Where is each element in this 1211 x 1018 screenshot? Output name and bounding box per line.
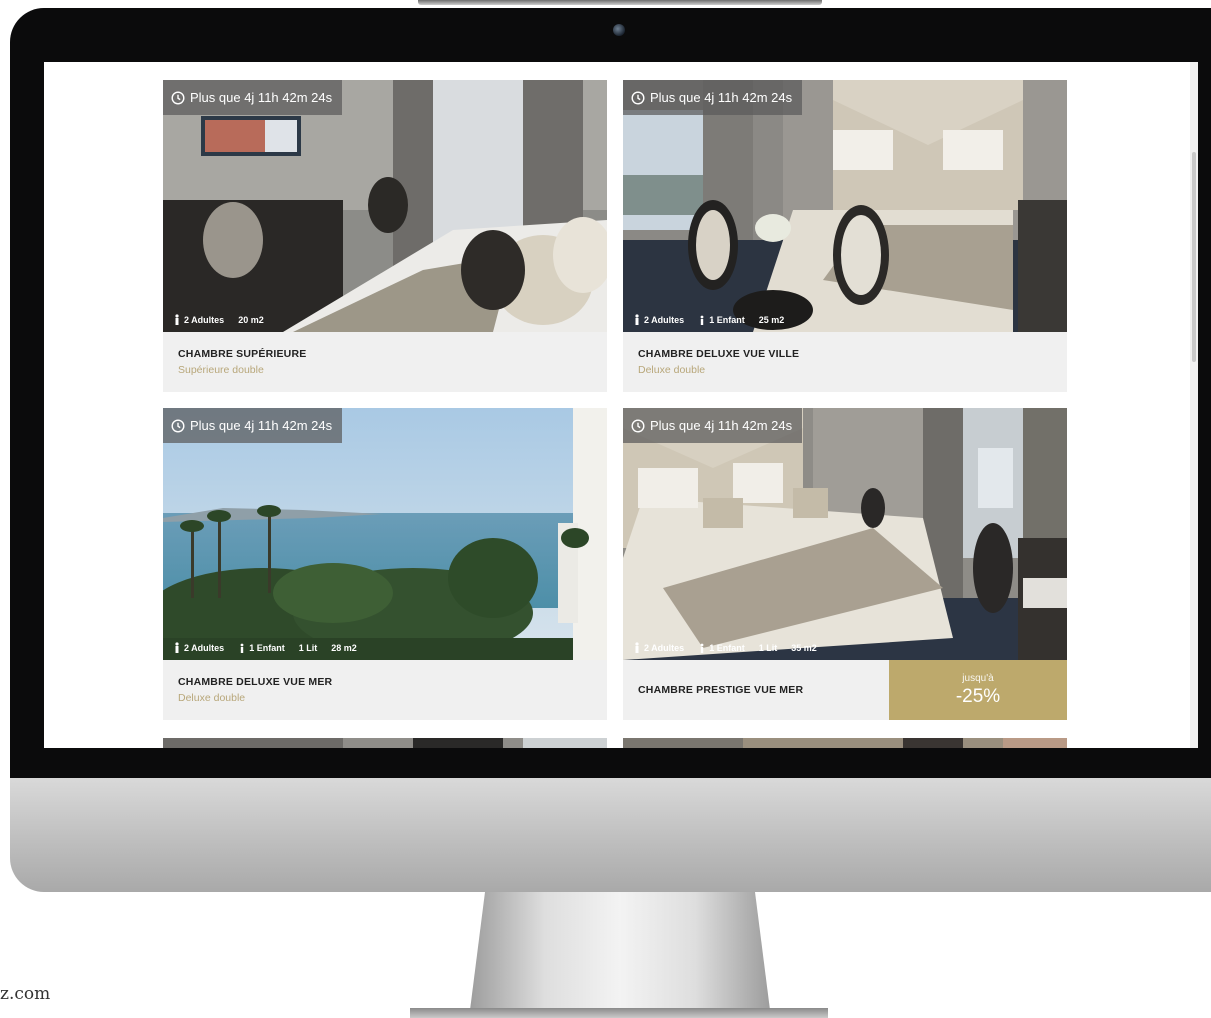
vertical-scrollbar[interactable]	[1190, 62, 1198, 748]
amenity-beds: 1 Lit	[299, 643, 318, 653]
room-amenities: 2 Adultes 1 Enfant 1 Lit 35 m2	[633, 642, 817, 653]
monitor-stand-foot	[410, 1008, 828, 1018]
amenity-text: 1 Enfant	[249, 642, 285, 653]
adult-icon	[635, 314, 639, 325]
amenity-text: 1 Enfant	[709, 314, 745, 325]
room-type: Supérieure double	[178, 364, 264, 376]
amenity-text: 20 m2	[238, 314, 264, 325]
adult-icon	[175, 314, 179, 325]
countdown-timer: Plus que 4j 11h 42m 24s	[623, 80, 803, 115]
room-photo-image	[623, 738, 1067, 748]
room-type: Deluxe double	[178, 692, 246, 704]
adult-icon	[635, 642, 639, 653]
room-photo-image	[163, 738, 607, 748]
amenity-text: 1 Enfant	[709, 642, 745, 653]
clock-icon	[171, 418, 185, 433]
discount-value: -25%	[955, 685, 1001, 707]
room-name: CHAMBRE SUPÉRIEURE	[178, 348, 307, 360]
amenity-children: 1 Enfant	[238, 642, 285, 653]
monitor-chin	[10, 778, 1211, 892]
countdown-text: Plus que 4j 11h 42m 24s	[190, 90, 333, 105]
amenity-text: 2 Adultes	[184, 642, 225, 653]
child-icon	[700, 315, 704, 325]
countdown-timer: Plus que 4j 11h 42m 24s	[623, 408, 803, 443]
clock-icon	[171, 90, 185, 105]
room-photo-image	[163, 408, 607, 660]
amenity-text: 1 Lit	[298, 642, 318, 653]
amenity-text: 1 Lit	[758, 642, 778, 653]
amenity-children: 1 Enfant	[698, 314, 745, 325]
amenity-children: 1 Enfant	[698, 642, 745, 653]
room-name: CHAMBRE DELUXE VUE MER	[178, 676, 333, 688]
clock-icon	[631, 418, 645, 433]
amenity-adults: 2 Adultes	[173, 642, 224, 653]
room-photo: Plus que 4j 11h 42m 24s 2 Adultes 1 Enfa…	[623, 408, 1067, 660]
room-name: CHAMBRE DELUXE VUE VILLE	[638, 348, 800, 360]
countdown-timer: Plus que 4j 11h 42m 24s	[163, 80, 343, 115]
room-card[interactable]: Plus que 4j 11h 42m 24s 2 Adultes 20 m2 …	[163, 80, 607, 392]
amenity-text: 25 m2	[758, 314, 785, 325]
amenity-size: 35 m2	[791, 643, 817, 653]
room-photo: Plus que 4j 11h 42m 24s 2 Adultes 20 m2	[163, 80, 607, 332]
room-photo: Plus que 4j 11h 42m 24s 2 Adultes 1 Enfa…	[163, 408, 607, 660]
room-amenities: 2 Adultes 1 Enfant 25 m2	[633, 314, 784, 325]
room-card[interactable]: Plus que 4j 11h 42m 24s 2 Adultes 1 Enfa…	[163, 408, 607, 720]
browser-screen: Plus que 4j 11h 42m 24s 2 Adultes 20 m2 …	[44, 62, 1198, 748]
amenity-text: 2 Adultes	[644, 642, 685, 653]
amenity-adults: 2 Adultes	[633, 314, 684, 325]
amenity-adults: 2 Adultes	[173, 314, 224, 325]
amenity-text: 35 m2	[791, 642, 817, 653]
room-card[interactable]: Plus que 4j 11h 42m 24s 2 Adultes 1 Enfa…	[623, 408, 1067, 720]
room-photo: Plus que 4j 11h 42m 24s 2 Adultes 1 Enfa…	[623, 80, 1067, 332]
room-amenities: 2 Adultes 20 m2	[173, 314, 264, 325]
child-icon	[240, 643, 244, 653]
amenity-size: 20 m2	[238, 315, 264, 325]
room-photo-image	[623, 80, 1067, 332]
countdown-text: Plus que 4j 11h 42m 24s	[650, 90, 793, 105]
room-card-partial[interactable]	[623, 738, 1067, 748]
room-card[interactable]: Plus que 4j 11h 42m 24s 2 Adultes 1 Enfa…	[623, 80, 1067, 392]
watermark-text: z.com	[0, 984, 51, 1004]
scrollbar-thumb[interactable]	[1192, 152, 1196, 362]
amenity-size: 25 m2	[759, 315, 785, 325]
amenity-text: 2 Adultes	[184, 314, 225, 325]
monitor-stand	[470, 892, 770, 1010]
monitor-top-edge	[418, 0, 822, 5]
room-grid: Plus que 4j 11h 42m 24s 2 Adultes 20 m2 …	[163, 80, 1067, 720]
countdown-text: Plus que 4j 11h 42m 24s	[190, 418, 333, 433]
room-info: CHAMBRE DELUXE VUE VILLE Deluxe double	[623, 332, 1067, 392]
discount-label: jusqu'à	[962, 672, 994, 684]
amenity-size: 28 m2	[331, 643, 357, 653]
room-type: Deluxe double	[638, 364, 706, 376]
room-amenities: 2 Adultes 1 Enfant 1 Lit 28 m2	[173, 642, 357, 653]
clock-icon	[631, 90, 645, 105]
camera-icon	[613, 24, 625, 36]
room-card-partial[interactable]	[163, 738, 607, 748]
countdown-text: Plus que 4j 11h 42m 24s	[650, 418, 793, 433]
room-info: CHAMBRE DELUXE VUE MER Deluxe double	[163, 660, 607, 720]
discount-badge: jusqu'à -25%	[889, 660, 1067, 720]
adult-icon	[175, 642, 179, 653]
child-icon	[700, 643, 704, 653]
countdown-timer: Plus que 4j 11h 42m 24s	[163, 408, 343, 443]
amenity-text: 2 Adultes	[644, 314, 685, 325]
amenity-adults: 2 Adultes	[633, 642, 684, 653]
room-photo-image	[163, 80, 607, 332]
amenity-beds: 1 Lit	[759, 643, 778, 653]
room-info: CHAMBRE SUPÉRIEURE Supérieure double	[163, 332, 607, 392]
room-photo-image	[623, 408, 1067, 660]
amenity-text: 28 m2	[331, 642, 357, 653]
